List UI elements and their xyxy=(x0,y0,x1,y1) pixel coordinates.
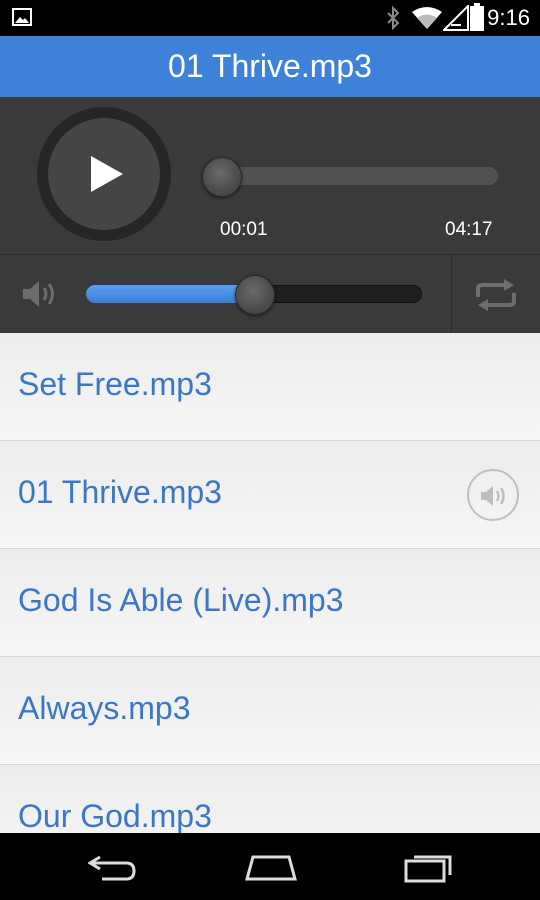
seek-handle[interactable] xyxy=(202,157,243,197)
battery-icon xyxy=(470,3,484,31)
playlist: Set Free.mp3 01 Thrive.mp3 God Is Able (… xyxy=(0,333,540,833)
play-button[interactable] xyxy=(37,107,171,241)
volume-fill xyxy=(86,285,254,303)
list-item[interactable]: 01 Thrive.mp3 xyxy=(0,441,540,549)
track-title: 01 Thrive.mp3 xyxy=(18,474,222,510)
list-item[interactable]: God Is Able (Live).mp3 xyxy=(0,549,540,657)
home-icon[interactable] xyxy=(243,851,299,883)
list-item[interactable]: Our God.mp3 xyxy=(0,765,540,833)
player-panel: 00:01 04:17 xyxy=(0,97,540,254)
play-icon xyxy=(91,156,123,192)
speaker-icon xyxy=(481,486,505,506)
recents-icon[interactable] xyxy=(404,851,454,883)
image-icon xyxy=(12,8,32,26)
page-title: 01 Thrive.mp3 xyxy=(0,36,540,97)
status-time: 9:16 xyxy=(487,5,530,30)
track-title: Our God.mp3 xyxy=(18,798,212,833)
track-title: Always.mp3 xyxy=(18,690,191,726)
navigation-bar xyxy=(0,833,540,900)
wifi-icon xyxy=(412,7,442,29)
volume-row xyxy=(0,254,540,334)
back-icon[interactable] xyxy=(88,851,138,883)
current-time: 00:01 xyxy=(220,219,268,240)
now-playing-indicator xyxy=(467,469,519,521)
list-item[interactable]: Set Free.mp3 xyxy=(0,333,540,441)
total-time: 04:17 xyxy=(445,219,493,240)
volume-icon[interactable] xyxy=(20,277,60,311)
seek-bar[interactable] xyxy=(203,167,498,185)
status-bar: 9:16 xyxy=(0,0,540,36)
bluetooth-icon xyxy=(387,6,400,30)
divider xyxy=(451,255,452,334)
track-title: God Is Able (Live).mp3 xyxy=(18,582,344,618)
repeat-icon[interactable] xyxy=(472,277,520,313)
list-item[interactable]: Always.mp3 xyxy=(0,657,540,765)
track-title: Set Free.mp3 xyxy=(18,366,212,402)
volume-handle[interactable] xyxy=(235,275,275,315)
signal-icon xyxy=(443,5,469,31)
